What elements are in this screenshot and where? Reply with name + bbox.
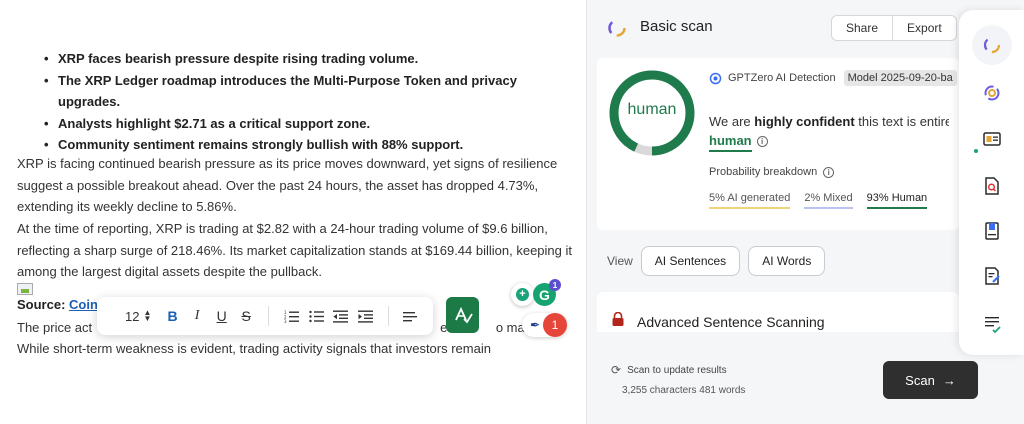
rail-item-gptzero[interactable] [972,25,1012,65]
confidence-result-row: human i [709,132,768,152]
source-line: Source: Coin [17,297,98,312]
ai-words-button[interactable]: AI Words [748,246,826,276]
result-card: human GPTZero AI Detection Model 2025-09… [597,58,959,230]
probability-label: Probability breakdown [709,166,818,178]
gptzero-logo-icon [983,36,1001,54]
rail-item-citations[interactable] [981,220,1003,242]
rail-item-document[interactable] [981,128,1003,150]
align-left-button[interactable] [399,304,424,328]
grammarly-icon: G [539,286,550,303]
paragraph: While short-term weakness is evident, tr… [17,341,491,356]
confidence-suffix: this text is entire [854,114,949,129]
paragraph-fragment: The price act [17,320,93,335]
rail-item-ai-tools[interactable] [981,82,1003,104]
view-row: View AI Sentences AI Words [607,246,826,276]
checklist-icon [985,317,1001,334]
format-toolbar: 12 ▲ ▼ B I U S 123 [97,297,433,335]
bullet-item: Analysts highlight $2.71 as a critical s… [44,113,564,135]
document-ai-icon [983,132,1001,146]
ai-sentences-button[interactable]: AI Sentences [640,246,741,276]
panel-title: Basic scan [640,18,713,35]
character-word-count: 3,255 characters 481 words [622,385,746,396]
ai-generated-chip: 5% AI generated [709,192,791,209]
confidence-result: human [709,132,752,152]
arrow-right-icon: → [942,372,956,388]
scan-button[interactable]: Scan → [883,361,978,399]
model-tag: Model 2025-09-20-ba [843,70,957,86]
status-dot [974,149,978,153]
document-editor[interactable]: XRP faces bearish pressure despite risin… [0,0,586,424]
bullet-list-icon [309,310,324,322]
bullet-item: The XRP Ledger roadmap introduces the Mu… [44,70,564,113]
probability-row: Probability breakdown i [709,166,835,178]
indent-icon [357,310,373,323]
outdent-button[interactable] [328,304,353,328]
font-size-value: 12 [125,308,140,324]
grammarly-button[interactable]: G 1 [533,279,561,306]
toolbar-divider [387,306,389,326]
issue-count-badge: 1 [543,313,567,337]
detector-name: GPTZero AI Detection [728,72,836,84]
grammar-check-button[interactable] [446,297,479,333]
paragraph: XRP is facing continued bearish pressure… [17,156,558,214]
scan-button-label: Scan [905,372,935,388]
underline-button[interactable]: U [209,304,234,328]
share-button[interactable]: Share [832,16,892,40]
source-link[interactable]: Coin [69,297,98,312]
donut-label: human [627,101,677,118]
export-button[interactable]: Export [892,16,956,40]
strikethrough-button[interactable]: S [234,304,259,328]
broken-image-icon [17,283,33,295]
rail-item-writing-feedback[interactable] [981,265,1003,287]
mixed-chip: 2% Mixed [804,192,853,209]
lock-icon [612,312,624,326]
source-label: Source: [17,297,66,312]
info-icon[interactable]: i [756,135,768,147]
svg-text:3: 3 [284,319,287,323]
font-size-select[interactable]: 12 ▲ ▼ [125,309,160,324]
numbered-list-button[interactable]: 123 [279,304,304,328]
writing-assistant-button[interactable]: ✒ 1 [522,313,567,337]
gptzero-logo-icon [608,19,626,37]
book-icon [985,222,999,240]
suggestion-bulb-button[interactable]: + [511,283,534,306]
bold-button[interactable]: B [160,304,185,328]
grammarly-count-badge: 1 [549,279,561,291]
detector-row: GPTZero AI Detection Model 2025-09-20-ba [709,70,957,86]
indent-button[interactable] [353,304,378,328]
view-label: View [607,254,633,268]
feather-icon: ✒ [529,318,541,332]
detector-icon [709,72,722,84]
ai-scan-icon [984,85,1000,101]
confidence-level: highly confident [754,114,855,129]
italic-button[interactable]: I [185,304,210,328]
paragraph: At the time of reporting, XRP is trading… [17,221,572,279]
numbered-list-icon: 123 [284,310,300,323]
rail-item-grader[interactable] [981,313,1003,335]
refresh-icon: ⟳ [611,363,622,377]
plus-icon: + [516,288,529,301]
confidence-text: We are highly confident this text is ent… [709,111,949,132]
header-actions: Share Export [831,15,957,41]
toolbar-divider [268,306,270,326]
edit-document-icon [985,267,1000,285]
summary-bullet-list: XRP faces bearish pressure despite risin… [44,48,564,156]
bullet-list-button[interactable] [304,304,329,328]
advanced-scan-card[interactable]: Advanced Sentence Scanning [597,292,959,332]
search-document-icon [985,177,999,195]
stepper-arrows-icon: ▲ ▼ [143,308,152,323]
outdent-icon [333,310,349,323]
confidence-prefix: We are [709,114,755,129]
advanced-scan-label: Advanced Sentence Scanning [637,314,825,330]
scan-hint-text: Scan to update results [627,364,727,376]
tool-rail [959,10,1024,355]
bullet-item: XRP faces bearish pressure despite risin… [44,48,564,70]
rail-item-plagiarism[interactable] [981,175,1003,197]
grammar-check-icon [454,306,473,324]
probability-chips: 5% AI generated 2% Mixed 93% Human [709,192,928,209]
human-chip: 93% Human [866,192,928,209]
info-icon[interactable]: i [823,166,835,178]
align-left-icon [403,311,418,321]
scan-hint: ⟳ Scan to update results [611,363,727,377]
